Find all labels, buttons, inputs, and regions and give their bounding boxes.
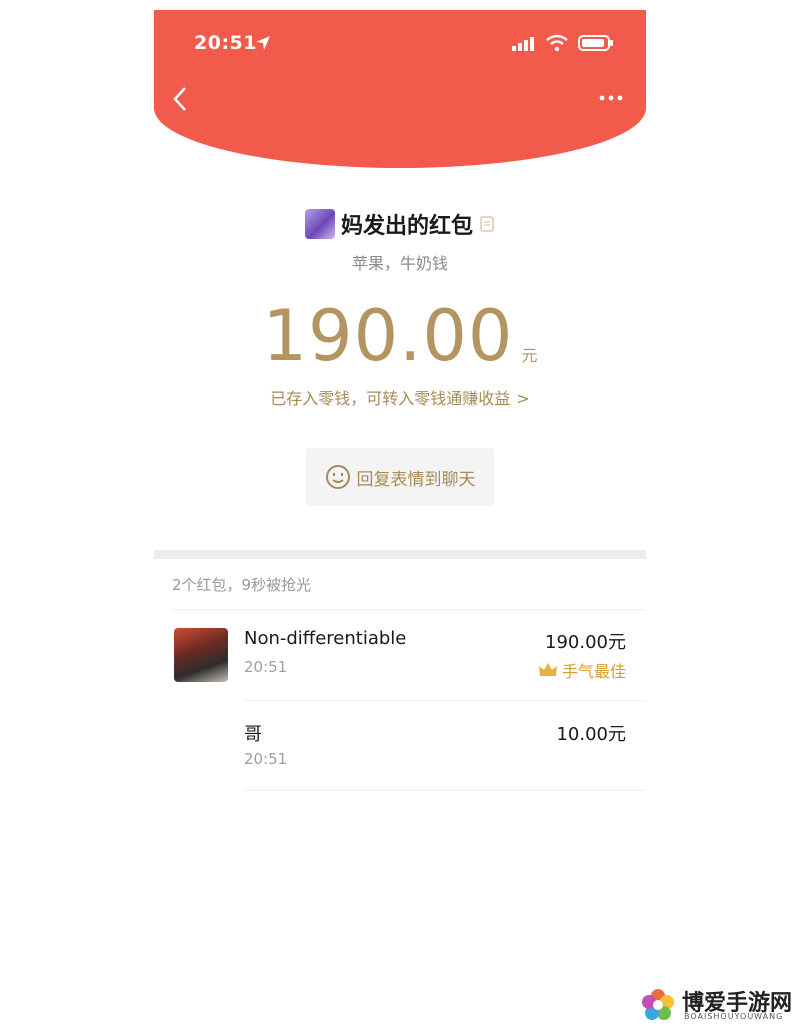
best-luck-badge: 手气最佳 (538, 658, 626, 682)
reply-sticker-label: 回复表情到聊天 (356, 469, 476, 490)
wifi-icon (546, 34, 568, 52)
note-icon[interactable] (479, 215, 495, 233)
crown-icon (538, 663, 557, 676)
battery-icon (578, 35, 613, 51)
watermark-subtitle: BOAISHOUYOUWANG (684, 1012, 784, 1021)
sender-title: 妈发出的红包 (340, 214, 473, 239)
reply-sticker-button[interactable]: 回复表情到聊天 (306, 448, 494, 506)
claim-amount: 190.00元 (545, 632, 626, 653)
claim-amount: 10.00元 (556, 724, 626, 745)
divider (244, 700, 646, 701)
flower-logo-icon (642, 989, 674, 1020)
section-divider (154, 550, 646, 559)
sender-avatar[interactable] (304, 209, 335, 239)
back-chevron-icon[interactable] (172, 86, 188, 112)
received-amount: 190.00 (262, 295, 514, 377)
amount-unit: 元 (521, 346, 538, 365)
smile-icon (325, 465, 350, 489)
claim-time: 20:51 (244, 658, 288, 676)
claims-summary: 2个红包，9秒被抢光 (172, 576, 312, 594)
status-time: 20:51 (194, 32, 257, 54)
sender-row: 妈发出的红包 (154, 206, 646, 242)
site-watermark: 博爱手游网 BOAISHOUYOUWANG (640, 985, 796, 1025)
greeting-message: 苹果，牛奶钱 (351, 254, 448, 273)
best-luck-label: 手气最佳 (561, 662, 626, 681)
red-packet-header: 20:51 (154, 10, 646, 168)
claim-time: 20:51 (244, 750, 288, 768)
claimant-avatar[interactable] (174, 628, 228, 682)
saved-to-change-text: 已存入零钱，可转入零钱通赚收益 (270, 389, 511, 408)
saved-to-change-link[interactable]: 已存入零钱，可转入零钱通赚收益 > (154, 385, 646, 409)
divider (172, 609, 646, 610)
claimant-name: Non-differentiable (244, 628, 407, 649)
claimant-name: 哥 (244, 724, 262, 745)
more-options-icon[interactable] (598, 94, 624, 102)
location-arrow-icon (256, 36, 270, 50)
amount-row: 190.00 元 (154, 296, 646, 376)
divider (244, 790, 646, 791)
cellular-signal-icon (512, 37, 534, 51)
chevron-right-icon: > (516, 389, 530, 408)
phone-screen: 20:51 妈发出的红包 苹果，牛奶钱 190.00 元 已存入零钱，可转入零钱… (154, 10, 646, 1010)
